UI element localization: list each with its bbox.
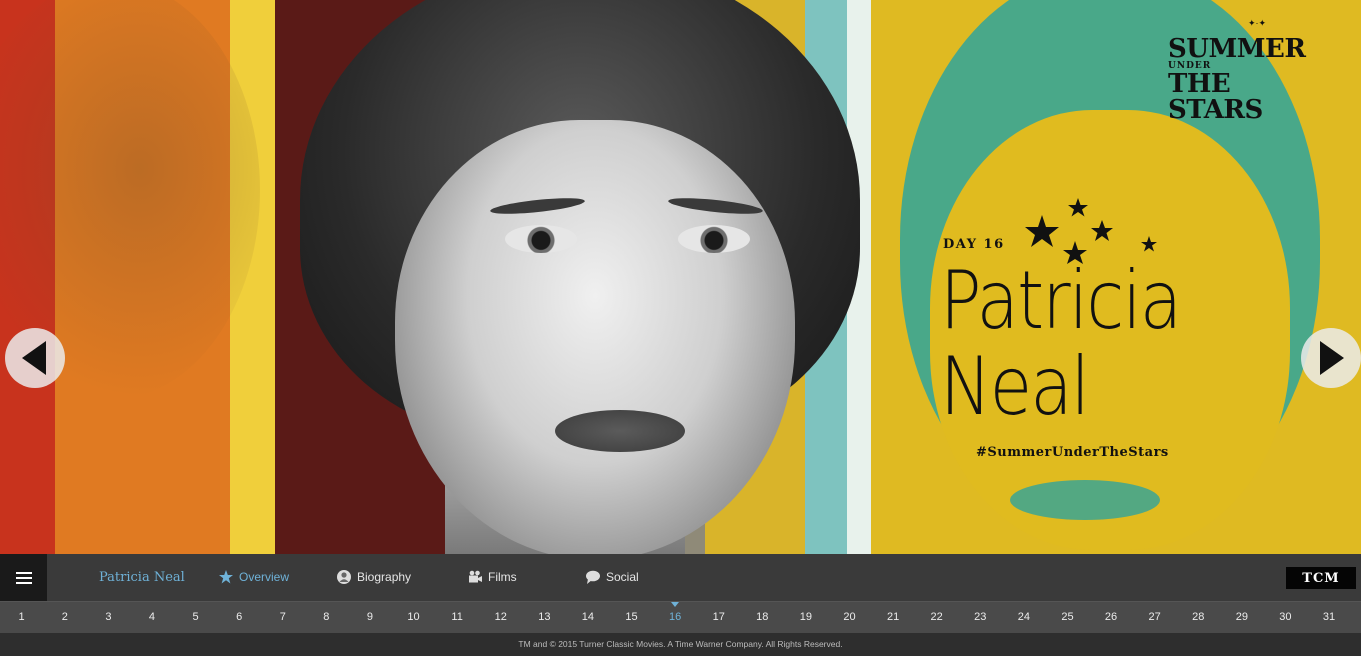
- day-link-8[interactable]: 8: [305, 602, 349, 633]
- tab-label: Overview: [239, 570, 290, 584]
- chevron-right-icon: [1320, 341, 1344, 375]
- day-link-24[interactable]: 24: [1002, 602, 1046, 633]
- day-link-22[interactable]: 22: [915, 602, 959, 633]
- tab-label: Films: [488, 570, 517, 584]
- hamburger-menu-icon: [15, 576, 32, 579]
- tab-films[interactable]: Films: [468, 570, 517, 584]
- day-link-7[interactable]: 7: [261, 602, 305, 633]
- star-first-name: Patricia: [940, 254, 1182, 347]
- day-link-27[interactable]: 27: [1133, 602, 1177, 633]
- pop-art-lips: [1010, 480, 1160, 520]
- day-link-16[interactable]: 16: [653, 602, 697, 633]
- day-link-13[interactable]: 13: [523, 602, 567, 633]
- day-link-29[interactable]: 29: [1220, 602, 1264, 633]
- day-link-19[interactable]: 19: [784, 602, 828, 633]
- copyright-footer: TM and © 2015 Turner Classic Movies. A T…: [0, 633, 1361, 656]
- logo-line-1: SUMMER: [1168, 34, 1306, 64]
- hero-banner: ✦·✦ SUMMER UNDER THE STARS DAY 16 Patric…: [0, 0, 1361, 554]
- day-link-30[interactable]: 30: [1264, 602, 1308, 633]
- portrait-eye: [678, 225, 750, 253]
- day-link-6[interactable]: 6: [217, 602, 261, 633]
- day-link-25[interactable]: 25: [1046, 602, 1090, 633]
- star-last-name: Neal: [940, 340, 1090, 433]
- brand-stars-icon: ✦·✦: [1248, 18, 1267, 28]
- hashtag[interactable]: #SummerUnderTheStars: [976, 445, 1169, 460]
- star-navbar: Patricia Neal Overview Biography Films S…: [0, 554, 1361, 601]
- day-link-10[interactable]: 10: [392, 602, 436, 633]
- film-camera-icon: [469, 570, 482, 583]
- day-link-31[interactable]: 31: [1307, 602, 1351, 633]
- tab-label: Biography: [357, 570, 412, 584]
- day-link-14[interactable]: 14: [566, 602, 610, 633]
- next-star-button[interactable]: [1301, 328, 1361, 388]
- portrait-face: [395, 120, 795, 554]
- day-link-28[interactable]: 28: [1176, 602, 1220, 633]
- chevron-left-icon: [22, 341, 46, 375]
- day-list: 1 2 3 4 5 6 7 8 9 10 11 12 13 14 15 16 17 18 19 20 21 22 23 24 2…: [0, 602, 1361, 633]
- speech-bubble-icon: [586, 570, 600, 584]
- day-link-9[interactable]: 9: [348, 602, 392, 633]
- day-link-18[interactable]: 18: [741, 602, 785, 633]
- day-link-20[interactable]: 20: [828, 602, 872, 633]
- tab-label: Social: [606, 570, 639, 584]
- day-link-17[interactable]: 17: [697, 602, 741, 633]
- day-link-1[interactable]: 1: [0, 602, 43, 633]
- tab-social[interactable]: Social: [586, 570, 639, 584]
- tab-overview[interactable]: Overview: [219, 570, 289, 584]
- portrait-lips: [555, 410, 685, 452]
- portrait-eye: [505, 225, 577, 253]
- day-link-12[interactable]: 12: [479, 602, 523, 633]
- day-link-11[interactable]: 11: [435, 602, 479, 633]
- day-link-2[interactable]: 2: [43, 602, 87, 633]
- tcm-logo[interactable]: TCM: [1286, 567, 1356, 589]
- day-link-23[interactable]: 23: [958, 602, 1002, 633]
- previous-star-button[interactable]: [5, 328, 65, 388]
- star-icon: [219, 570, 233, 584]
- summer-under-the-stars-logo[interactable]: SUMMER UNDER THE STARS: [1168, 36, 1318, 123]
- day-link-4[interactable]: 4: [130, 602, 174, 633]
- tab-biography[interactable]: Biography: [337, 570, 411, 584]
- day-selector: 1 2 3 4 5 6 7 8 9 10 11 12 13 14 15 16 17 18 19 20 21 22 23 24 2…: [0, 601, 1361, 633]
- day-link-26[interactable]: 26: [1089, 602, 1133, 633]
- day-link-15[interactable]: 15: [610, 602, 654, 633]
- nav-star-name[interactable]: Patricia Neal: [99, 570, 185, 585]
- day-link-3[interactable]: 3: [87, 602, 131, 633]
- day-link-21[interactable]: 21: [871, 602, 915, 633]
- person-icon: [337, 570, 351, 584]
- menu-button[interactable]: [0, 554, 47, 601]
- day-link-5[interactable]: 5: [174, 602, 218, 633]
- day-label: DAY 16: [943, 237, 1005, 252]
- logo-line-3: THE STARS: [1168, 69, 1263, 125]
